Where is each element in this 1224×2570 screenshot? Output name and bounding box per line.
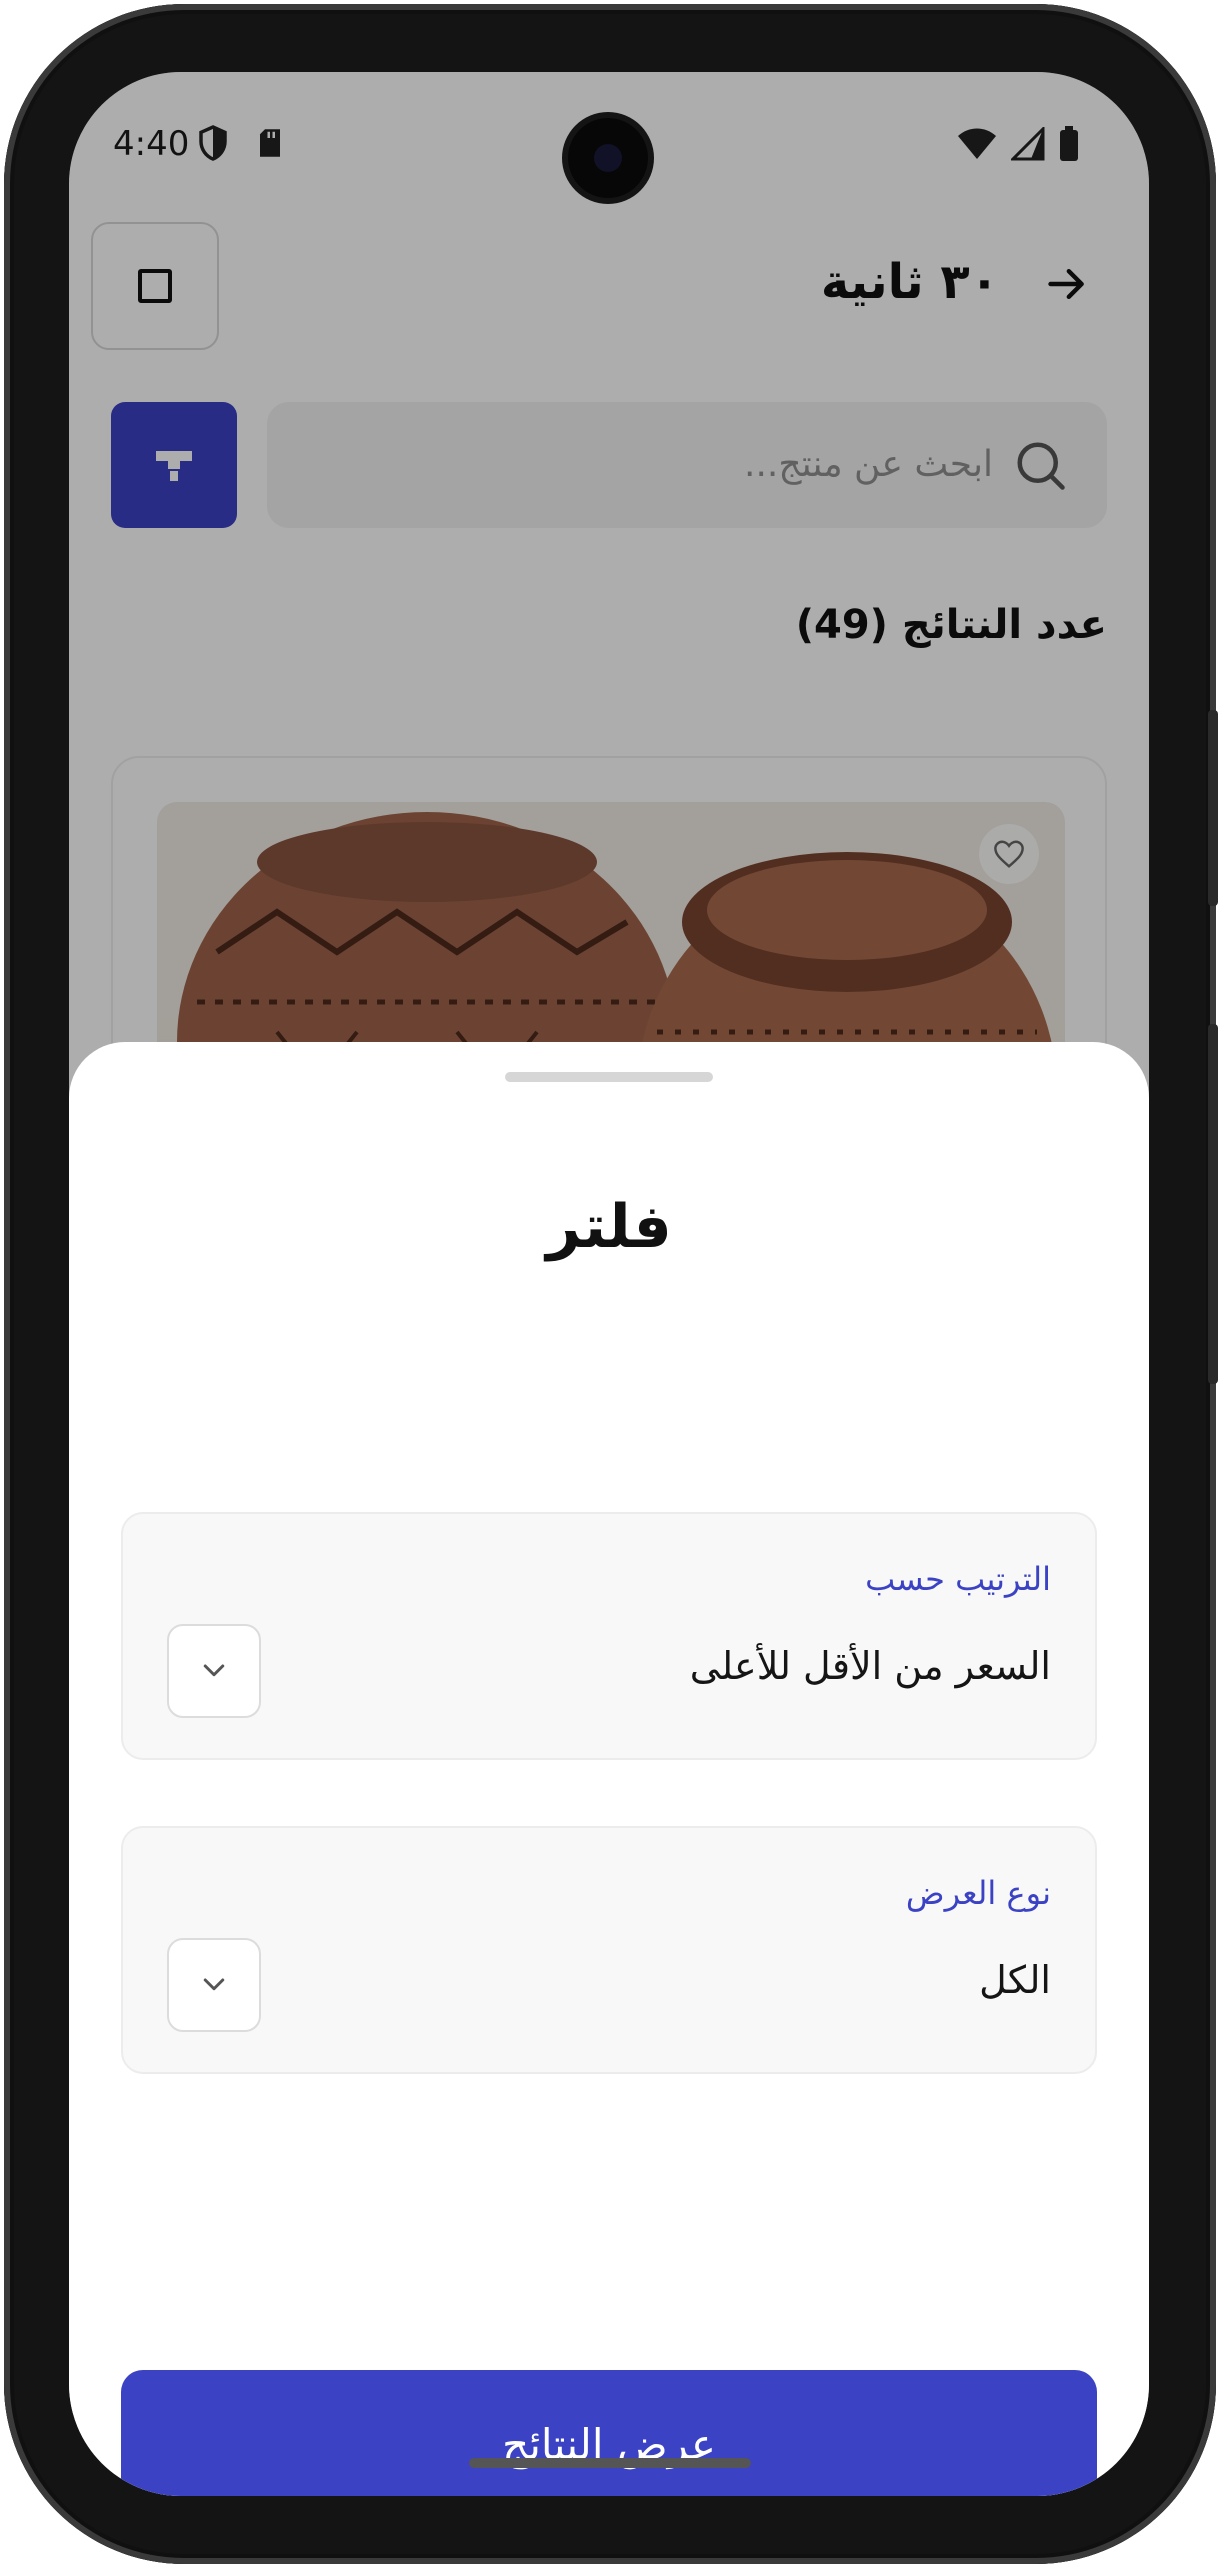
- sort-by-value: السعر من الأقل للأعلى: [689, 1644, 1051, 1688]
- screen: 4:40 ٣٠ ثانية ابحث عن منتج... عدد النتائ…: [69, 72, 1149, 2496]
- sort-by-field[interactable]: الترتيب حسب السعر من الأقل للأعلى: [121, 1512, 1097, 1760]
- power-button: [1208, 1024, 1218, 1384]
- filter-bottom-sheet: فلتر الترتيب حسب السعر من الأقل للأعلى ن…: [69, 1042, 1149, 2496]
- device: 4:40 ٣٠ ثانية ابحث عن منتج... عدد النتائ…: [0, 0, 1224, 2570]
- chevron-down-icon: [203, 1664, 225, 1677]
- drag-handle[interactable]: [505, 1072, 713, 1082]
- view-type-field[interactable]: نوع العرض الكل: [121, 1826, 1097, 2074]
- sort-by-dropdown-button[interactable]: [167, 1624, 261, 1718]
- volume-button: [1208, 710, 1218, 906]
- sort-by-label: الترتيب حسب: [865, 1560, 1051, 1598]
- view-type-label: نوع العرض: [905, 1874, 1051, 1912]
- show-results-button[interactable]: عرض النتائج: [121, 2370, 1097, 2496]
- home-indicator[interactable]: [469, 2458, 751, 2468]
- chevron-down-icon: [203, 1978, 225, 1991]
- view-type-value: الكل: [979, 1958, 1051, 2002]
- sheet-title: فلتر: [546, 1192, 672, 1262]
- view-type-dropdown-button[interactable]: [167, 1938, 261, 2032]
